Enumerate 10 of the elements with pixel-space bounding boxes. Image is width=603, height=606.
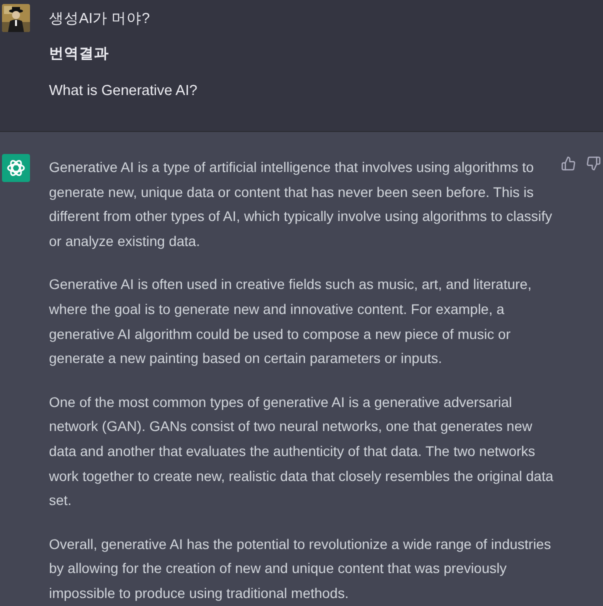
translation-label: 번역결과 (49, 45, 110, 64)
chat-logo-icon (2, 154, 30, 182)
thumbs-down-button[interactable] (586, 156, 601, 171)
answer-paragraph: Generative AI is a type of artificial intelligence that involves using algorithms to generate new, unique data or content that has never been seen before. This is different from other types of AI, which typically involve using algorithms to classify or analyze existing data. (49, 158, 554, 251)
translation-text: What is Generative AI? (49, 82, 198, 101)
answer-paragraph: Overall, generative AI has the potential to revolutionize a wide range of industries by allowing for the creation of new and unique content that was previously impossible to produce using traditional methods. (49, 534, 552, 603)
user-message: 생성AI가 머야? (49, 10, 151, 29)
answer-paragraph: Generative AI is often used in creative fields such as music, art, and literature, where the goal is to generate new and innovative content. For example, a generative AI algorithm could be used to compose a new piece of music or generate a new painting based on certain parameters or inputs. (49, 275, 532, 368)
answer-paragraph: One of the most common types of generative AI is a generative adversarial network (GAN). GANs consist of two neural networks, one that generates new data and another that evaluates the authenticity of that data. The two networks work together to create new, realistic data that closely resembles the original data set. (49, 392, 554, 510)
thumbs-up-button[interactable] (561, 156, 576, 171)
